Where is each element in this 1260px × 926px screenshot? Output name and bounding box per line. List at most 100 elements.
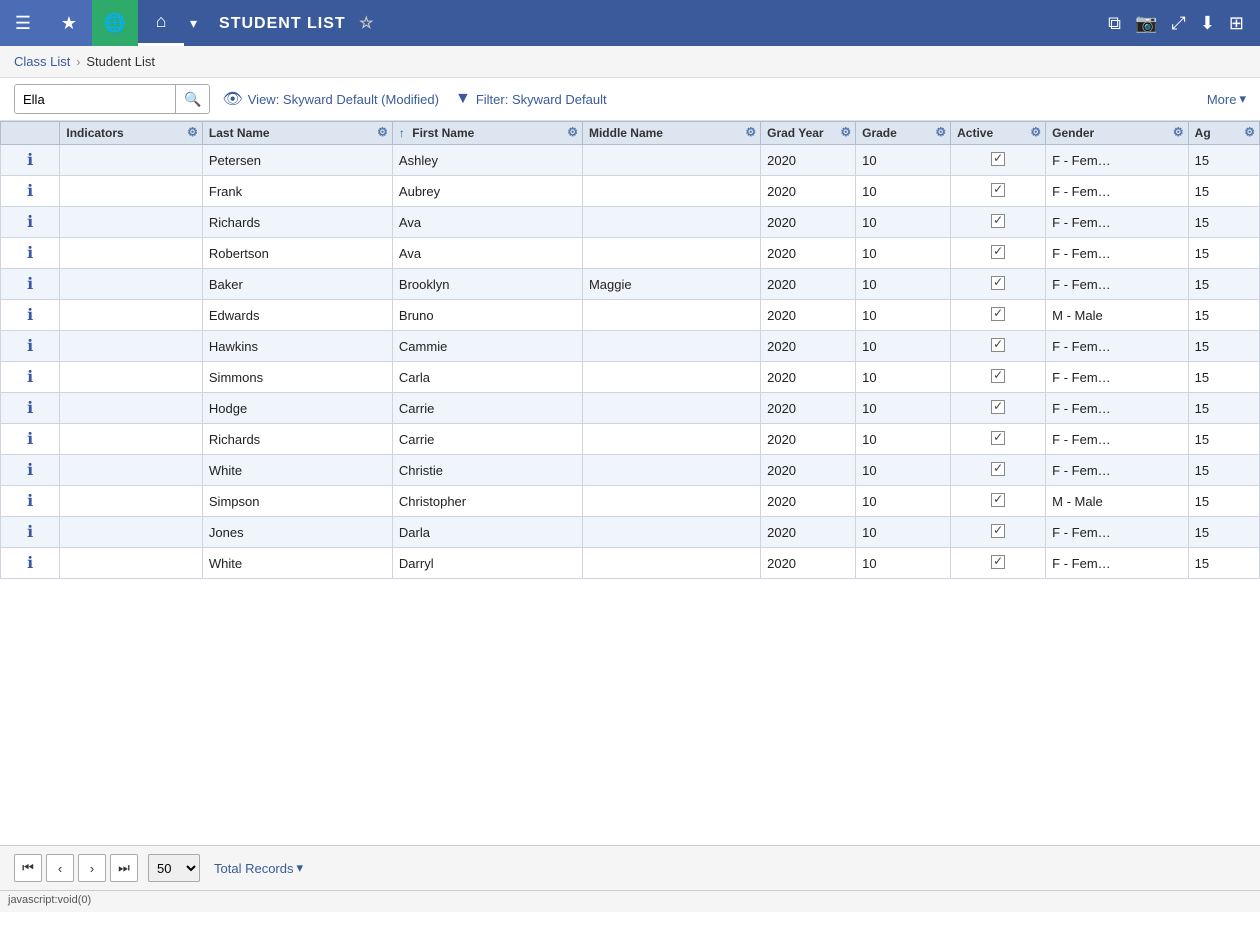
active-checkbox[interactable] [991,555,1005,569]
info-icon[interactable]: ℹ [7,212,53,232]
search-button[interactable]: 🔍 [175,84,209,114]
gear-icon-indicators[interactable]: ⚙ [187,125,198,139]
active-checkbox[interactable] [991,400,1005,414]
gender-cell: M - Male [1046,300,1189,331]
col-header-gender: Gender ⚙ [1046,122,1189,145]
table-row[interactable]: ℹWhiteDarryl202010F - Fem…15 [1,548,1260,579]
info-icon[interactable]: ℹ [7,243,53,263]
home-dropdown-button[interactable]: ▾ [184,0,203,46]
gear-icon-gradyear[interactable]: ⚙ [840,125,851,139]
lastname-cell: Edwards [202,300,392,331]
grade-cell: 10 [856,393,951,424]
info-cell[interactable]: ℹ [1,548,60,579]
grade-cell: 10 [856,176,951,207]
table-row[interactable]: ℹSimmonsCarla202010F - Fem…15 [1,362,1260,393]
info-icon[interactable]: ℹ [7,336,53,356]
lastname-cell: Baker [202,269,392,300]
info-icon[interactable]: ℹ [7,491,53,511]
info-icon[interactable]: ℹ [7,522,53,542]
gear-icon-age[interactable]: ⚙ [1244,125,1255,139]
info-cell[interactable]: ℹ [1,176,60,207]
info-icon[interactable]: ℹ [7,429,53,449]
grade-cell: 10 [856,424,951,455]
indicators-cell [60,331,203,362]
info-cell[interactable]: ℹ [1,486,60,517]
active-checkbox[interactable] [991,152,1005,166]
info-cell[interactable]: ℹ [1,393,60,424]
active-checkbox[interactable] [991,493,1005,507]
info-icon[interactable]: ℹ [7,150,53,170]
gear-icon-firstname[interactable]: ⚙ [567,125,578,139]
active-checkbox[interactable] [991,307,1005,321]
table-row[interactable]: ℹBakerBrooklynMaggie202010F - Fem…15 [1,269,1260,300]
page-size-select[interactable]: 50 25 100 [148,854,200,882]
page-favorite-icon[interactable]: ☆ [359,15,374,32]
favorites-button[interactable]: ★ [46,0,92,46]
table-row[interactable]: ℹHodgeCarrie202010F - Fem…15 [1,393,1260,424]
active-checkbox[interactable] [991,369,1005,383]
info-icon[interactable]: ℹ [7,553,53,573]
table-row[interactable]: ℹHawkinsCammie202010F - Fem…15 [1,331,1260,362]
info-cell[interactable]: ℹ [1,331,60,362]
info-icon[interactable]: ℹ [7,181,53,201]
table-row[interactable]: ℹSimpsonChristopher202010M - Male15 [1,486,1260,517]
gear-icon-middlename[interactable]: ⚙ [745,125,756,139]
hamburger-menu-button[interactable]: ☰ [0,0,46,46]
active-checkbox[interactable] [991,431,1005,445]
camera-icon[interactable]: 📷 [1135,13,1157,34]
info-cell[interactable]: ℹ [1,207,60,238]
table-row[interactable]: ℹPetersenAshley202010F - Fem…15 [1,145,1260,176]
breadcrumb-classlist-link[interactable]: Class List [14,54,70,69]
active-cell [951,424,1046,455]
filter-selector[interactable]: ▼ Filter: Skyward Default [455,90,607,108]
info-icon[interactable]: ℹ [7,460,53,480]
info-cell[interactable]: ℹ [1,517,60,548]
download-icon[interactable]: ⬇ [1200,13,1215,34]
table-row[interactable]: ℹWhiteChristie202010F - Fem…15 [1,455,1260,486]
active-checkbox[interactable] [991,214,1005,228]
gradyear-cell: 2020 [761,393,856,424]
more-button[interactable]: More ▾ [1207,91,1246,107]
indicators-cell [60,548,203,579]
info-cell[interactable]: ℹ [1,362,60,393]
table-row[interactable]: ℹRichardsCarrie202010F - Fem…15 [1,424,1260,455]
sort-arrow-icon[interactable]: ↑ [399,126,405,140]
info-icon[interactable]: ℹ [7,274,53,294]
info-icon[interactable]: ℹ [7,305,53,325]
last-page-button[interactable]: ⏭ [110,854,138,882]
info-icon[interactable]: ℹ [7,398,53,418]
info-cell[interactable]: ℹ [1,269,60,300]
search-input[interactable] [15,84,175,114]
info-cell[interactable]: ℹ [1,300,60,331]
table-row[interactable]: ℹEdwardsBruno202010M - Male15 [1,300,1260,331]
active-checkbox[interactable] [991,183,1005,197]
view-selector[interactable]: 👁 View: Skyward Default (Modified) [222,89,439,109]
home-button[interactable]: ⌂ [138,0,184,46]
active-checkbox[interactable] [991,276,1005,290]
globe-button[interactable]: 🌐 [92,0,138,46]
active-checkbox[interactable] [991,462,1005,476]
info-cell[interactable]: ℹ [1,455,60,486]
copy-icon[interactable]: ⧉ [1108,13,1121,34]
active-checkbox[interactable] [991,245,1005,259]
info-cell[interactable]: ℹ [1,145,60,176]
info-cell[interactable]: ℹ [1,238,60,269]
info-icon[interactable]: ℹ [7,367,53,387]
next-page-button[interactable]: › [78,854,106,882]
table-row[interactable]: ℹJonesDarla202010F - Fem…15 [1,517,1260,548]
table-row[interactable]: ℹRichardsAva202010F - Fem…15 [1,207,1260,238]
total-records-button[interactable]: Total Records ▾ [214,860,303,876]
first-page-button[interactable]: ⏮ [14,854,42,882]
gear-icon-gender[interactable]: ⚙ [1173,125,1184,139]
table-row[interactable]: ℹRobertsonAva202010F - Fem…15 [1,238,1260,269]
table-row[interactable]: ℹFrankAubrey202010F - Fem…15 [1,176,1260,207]
active-checkbox[interactable] [991,524,1005,538]
gear-icon-active[interactable]: ⚙ [1030,125,1041,139]
grid-icon[interactable]: ⊞ [1229,13,1244,34]
gear-icon-grade[interactable]: ⚙ [935,125,946,139]
active-checkbox[interactable] [991,338,1005,352]
prev-page-button[interactable]: ‹ [46,854,74,882]
info-cell[interactable]: ℹ [1,424,60,455]
gear-icon-lastname[interactable]: ⚙ [377,125,388,139]
expand-icon[interactable]: ⤢ [1171,13,1185,34]
